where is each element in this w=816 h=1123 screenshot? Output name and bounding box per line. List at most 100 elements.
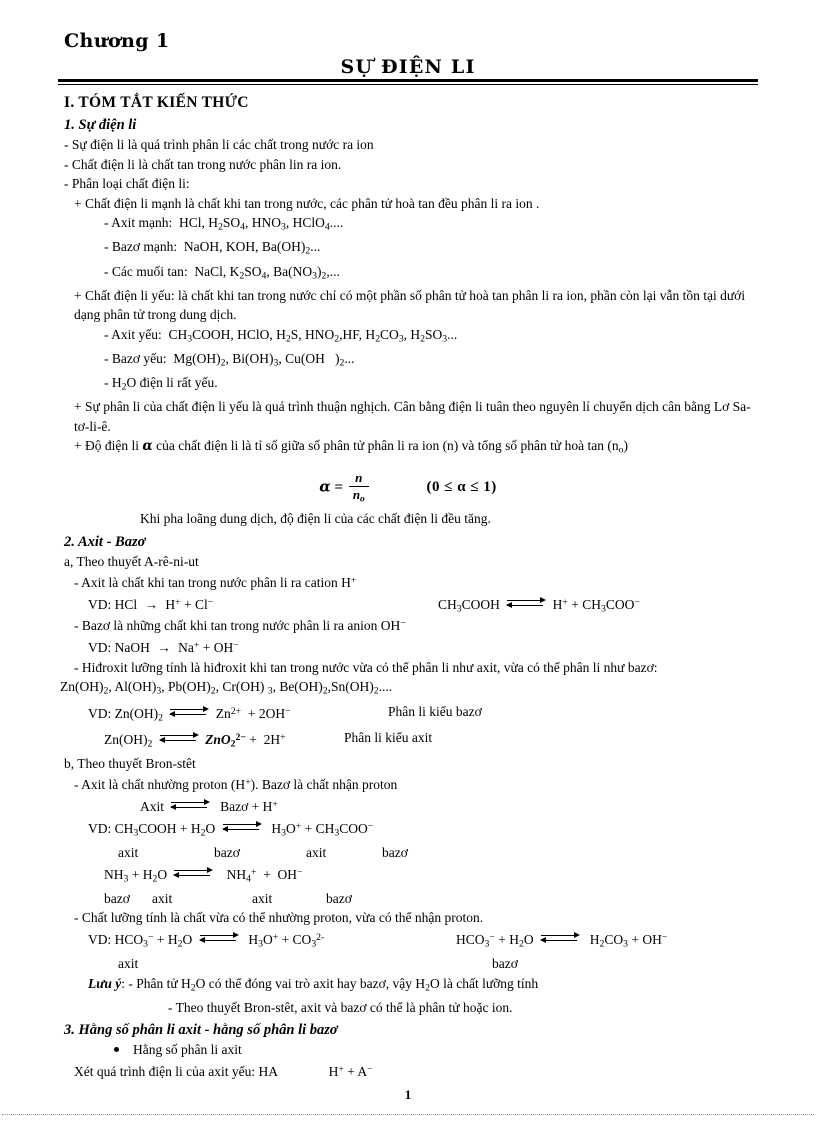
water-weak-text: điện li rất yếu.	[139, 375, 218, 391]
strong-base-label: - Bazơ mạnh:	[104, 239, 178, 255]
alpha-fraction: n no	[348, 469, 369, 504]
zn-acid-reaction-row: Zn(OH)2 ZnO22− + 2H+ Phân li kiểu axit	[104, 728, 758, 754]
equals-sign: =	[334, 479, 344, 496]
acid-definition: - Axit là chất khi tan trong nước phân l…	[74, 575, 357, 591]
equilibrium-arrow-icon-8	[198, 932, 239, 945]
subsection-heading-2: 2. Axit - Bazơ	[64, 533, 146, 550]
weak-acid-formulas: CH3COOH, HClO, H2S, HNO2,HF, H2CO3, H2SO…	[165, 326, 458, 345]
arrhenius-heading: a, Theo thuyết A-rê-ni-ut	[64, 553, 199, 569]
water-weak-line: - H2O điện li rất yếu.	[104, 373, 758, 397]
strong-base-formulas: NaOH, KOH, Ba(OH)2...	[180, 239, 321, 257]
acid-example-row: VD: HCl → H+ + Cl− CH3COOH H+ + CH3COO−	[88, 593, 758, 615]
definition-line-2: - Chất điện li là chất tan trong nước ph…	[64, 156, 342, 172]
bullet-item-label: Hằng số phân li axit	[133, 1042, 242, 1058]
note-1-pre: : - Phân tử H	[121, 975, 191, 991]
page-content: Chương 1 SỰ ĐIỆN LI I. TÓM TẮT KIẾN THỨC…	[58, 30, 758, 1082]
strong-acid-line: - Axit mạnh: HCl, H2SO4, HNO3, HClO4....	[104, 213, 758, 237]
base-definition-text: - Bazơ là những chất khi tan trong nước …	[74, 618, 401, 634]
zn-base-reaction-row: VD: Zn(OH)2 Zn2+ + 2OH− Phân li kiểu baz…	[88, 702, 758, 728]
bronsted-acid-definition: - Axit là chất nhường proton (H+). Bazơ …	[74, 777, 398, 793]
equilibrium-arrow-icon	[506, 596, 547, 610]
acid-definition-text: - Axit là chất khi tan trong nước phân l…	[74, 575, 351, 591]
alpha-symbol-inline: α	[142, 438, 153, 455]
weak-base-label: - Bazơ yếu:	[104, 351, 167, 366]
alpha-condition: (0 ≤ α ≤ 1)	[426, 479, 497, 496]
note-1-end: O là chất lưỡng tính	[429, 975, 539, 991]
reversible-note: + Sự phân li của chất điện li yếu là quá…	[74, 399, 751, 434]
equilibrium-arrow-icon-7	[173, 866, 214, 880]
label-axit-5: axit	[118, 956, 139, 972]
bronsted-heading: b, Theo thuyết Bron-stêt	[64, 755, 196, 771]
amphoteric-substance-definition: - Chất lưỡng tính là chất vừa có thể như…	[74, 910, 484, 926]
weak-base-formulas: Mg(OH)2, Bi(OH)3, Cu(OH )2...	[170, 351, 355, 369]
degree-lead-b: của chất điện li là tỉ số giữa số phân t…	[156, 438, 619, 454]
fraction-numerator: n	[355, 469, 363, 485]
zn-acid-note: Phân li kiểu axit	[344, 729, 433, 745]
equilibrium-arrow-icon-3	[169, 705, 210, 719]
label-axit-3: axit	[152, 890, 173, 906]
soluble-salt-formulas: NaCl, K2SO4, Ba(NO3)2,...	[190, 263, 340, 282]
amphoteric-hydroxide-definition: - Hiđroxit lưỡng tính là hiđroxit khi ta…	[74, 659, 658, 675]
page-title: SỰ ĐIỆN LI	[340, 56, 476, 78]
degree-lead-a: + Độ điện li	[74, 438, 139, 454]
soluble-salt-line: - Các muối tan: NaCl, K2SO4, Ba(NO3)2,..…	[104, 262, 758, 286]
fraction-denominator: no	[348, 485, 369, 504]
acid-example-left: VD: HCl → H+ + Cl−	[88, 597, 213, 612]
label-bazo-5: bazơ	[492, 956, 518, 972]
equilibrium-arrow-icon-9	[539, 932, 580, 945]
weak-acid-line: - Axit yếu: CH3COOH, HClO, H2S, HNO2,HF,…	[104, 325, 758, 349]
soluble-salt-label: - Các muối tan:	[104, 263, 188, 279]
weak-acid-process-line: Xét quá trình điện li của axit yếu: HA H…	[74, 1060, 758, 1082]
document-page: Chương 1 SỰ ĐIỆN LI I. TÓM TẮT KIẾN THỨC…	[0, 0, 816, 1123]
weak-acid-process-text: Xét quá trình điện li của axit yếu: HA	[74, 1064, 278, 1080]
zn-base-note: Phân li kiểu bazơ	[388, 703, 482, 719]
label-axit-4: axit	[252, 890, 273, 906]
equilibrium-arrow-icon-6	[221, 820, 262, 834]
list-ellipsis: ....	[378, 679, 393, 695]
note-line-2: - Theo thuyết Bron-stêt, axit và bazơ có…	[168, 999, 513, 1015]
title-row: SỰ ĐIỆN LI	[58, 56, 758, 78]
note-label: Lưu ý	[88, 975, 122, 991]
denominator-subscript: o	[360, 493, 365, 504]
label-axit-2: axit	[306, 845, 327, 861]
note-1-mid: O có thể đóng vai trò axit hay bazơ, vậy…	[195, 975, 426, 991]
acid-base-general-equation: Axit Bazơ + H+	[140, 799, 278, 815]
label-bazo-4: bazơ	[326, 890, 352, 906]
page-number: 1	[404, 1087, 412, 1102]
alpha-symbol: α	[319, 477, 331, 496]
section-heading-1: I. TÓM TẮT KIẾN THỨC	[64, 94, 249, 111]
label-axit-1: axit	[118, 845, 139, 861]
base-vd-label: VD: NaOH	[88, 640, 150, 656]
ch3cooh-labels-row: axit bazơ axit bazơ	[104, 843, 758, 863]
strong-base-line: - Bazơ mạnh: NaOH, KOH, Ba(OH)2...	[104, 237, 758, 261]
hco3-equations-row: VD: HCO3− + H2O H3O+ + CO32- HCO3− + H2O…	[88, 928, 758, 954]
weak-acid-label: - Axit yếu:	[104, 326, 162, 342]
right-arrow-icon: →	[144, 596, 159, 612]
amphoteric-hydroxide-list: Zn(OH)2, Al(OH)3, Pb(OH)2, Cr(OH) 3, Be(…	[60, 679, 393, 697]
bullet-dot-icon	[114, 1047, 119, 1053]
bronsted-base-text: ). Bazơ là chất nhận proton	[250, 777, 398, 793]
definition-line-1: - Sự điện li là quá trình phân li các ch…	[64, 137, 374, 152]
water-formula: - H2O	[104, 375, 137, 393]
label-bazo-1: bazơ	[214, 845, 240, 861]
acid-example-right: CH3COOH H+ + CH3COO−	[438, 596, 640, 615]
strong-acid-label: - Axit mạnh:	[104, 215, 173, 231]
denominator-base: n	[352, 486, 361, 502]
right-arrow-icon-2: →	[157, 640, 171, 656]
zn-acid-reaction: Zn(OH)2 ZnO22− + 2H+	[104, 731, 286, 750]
subsection-heading-1: 1. Sự điện li	[64, 117, 137, 133]
definition-line-3: - Phân loại chất điện li:	[64, 176, 190, 192]
ch3cooh-equation: VD: CH3COOH + H2O H3O+ + CH3COO−	[88, 820, 374, 839]
title-divider	[58, 79, 758, 85]
chapter-label: Chương 1	[64, 30, 170, 52]
acid-vd-label: VD: HCl	[88, 596, 138, 612]
bullet-item-ka: Hằng số phân li axit	[114, 1040, 758, 1060]
weak-electrolyte-lead: + Chất điện li yếu: là chất khi tan tron…	[74, 287, 746, 323]
dilution-note: Khi pha loãng dung dịch, độ điện li của …	[140, 510, 491, 526]
footer-divider	[2, 1114, 814, 1115]
ha-products: H+ + A−	[328, 1064, 373, 1080]
subsection-heading-3: 3. Hằng số phân li axit - hằng số phân l…	[64, 1022, 338, 1039]
base-example: VD: NaOH → Na+ + OH−	[88, 636, 758, 658]
nh3-labels-row: bazơ axit axit bazơ	[104, 889, 758, 909]
strong-acid-formulas: HCl, H2SO4, HNO3, HClO4....	[175, 215, 344, 233]
